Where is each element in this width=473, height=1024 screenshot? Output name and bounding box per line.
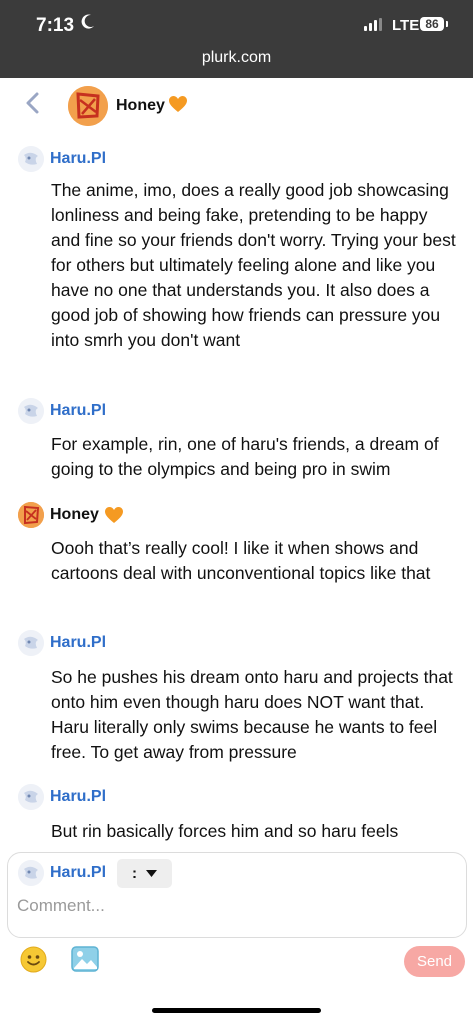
message-author[interactable]: Haru.Pl [18,784,106,810]
author-name: Honey [50,506,99,523]
message-text: But rin basically forces him and so haru… [51,821,399,841]
emoji-icon[interactable] [20,946,47,973]
conversation-title: Honey [116,96,187,115]
message-author[interactable]: Haru.Pl [18,630,106,656]
author-name: Haru.Pl [50,150,107,167]
avatar-haru [18,784,44,810]
avatar-haru [18,398,44,424]
signal-icon [364,18,382,31]
avatar-haru [18,860,44,886]
battery-icon: 86 [420,17,444,31]
browser-top-bar: 7:13 LTE 86 plurk.com [0,0,473,78]
message-text: The anime, imo, does a really good job s… [51,180,456,350]
back-chevron-icon[interactable] [22,91,44,115]
home-indicator [152,1008,321,1013]
author-name: Haru.Pl [50,788,107,805]
header-name-text: Honey [116,97,165,114]
avatar-haru [18,630,44,656]
message-text: For example, rin, one of haru's friends,… [51,434,439,479]
message-author[interactable]: Haru.Pl [18,398,106,424]
author-name: Haru.Pl [50,402,107,419]
message-author[interactable]: Haru.Pl [18,146,106,172]
moon-icon [81,14,94,29]
avatar-haru [18,146,44,172]
battery-nub [446,21,448,27]
comment-input[interactable]: Comment... [17,896,105,916]
orange-heart-icon [168,96,187,112]
composer-author-name: Haru.Pl [50,864,107,881]
message-author[interactable]: Honey [18,502,123,528]
author-name: Haru.Pl [50,634,107,651]
composer-author: Haru.Pl [18,860,106,886]
message-text: So he pushes his dream onto haru and pro… [51,667,453,762]
orange-heart-icon [104,506,123,523]
avatar-honey-large[interactable] [68,86,108,126]
avatar-honey [18,502,44,528]
url-bar[interactable]: plurk.com [0,49,473,67]
caret-down-icon [146,869,157,877]
image-upload-icon[interactable] [71,946,99,972]
send-button[interactable]: Send [404,946,465,977]
network-label: LTE [392,17,420,34]
status-time: 7:13 [36,15,75,36]
message-text: Oooh that’s really cool! I like it when … [51,538,431,583]
qualifier-label: : [132,865,137,882]
qualifier-dropdown[interactable]: : [117,859,172,888]
